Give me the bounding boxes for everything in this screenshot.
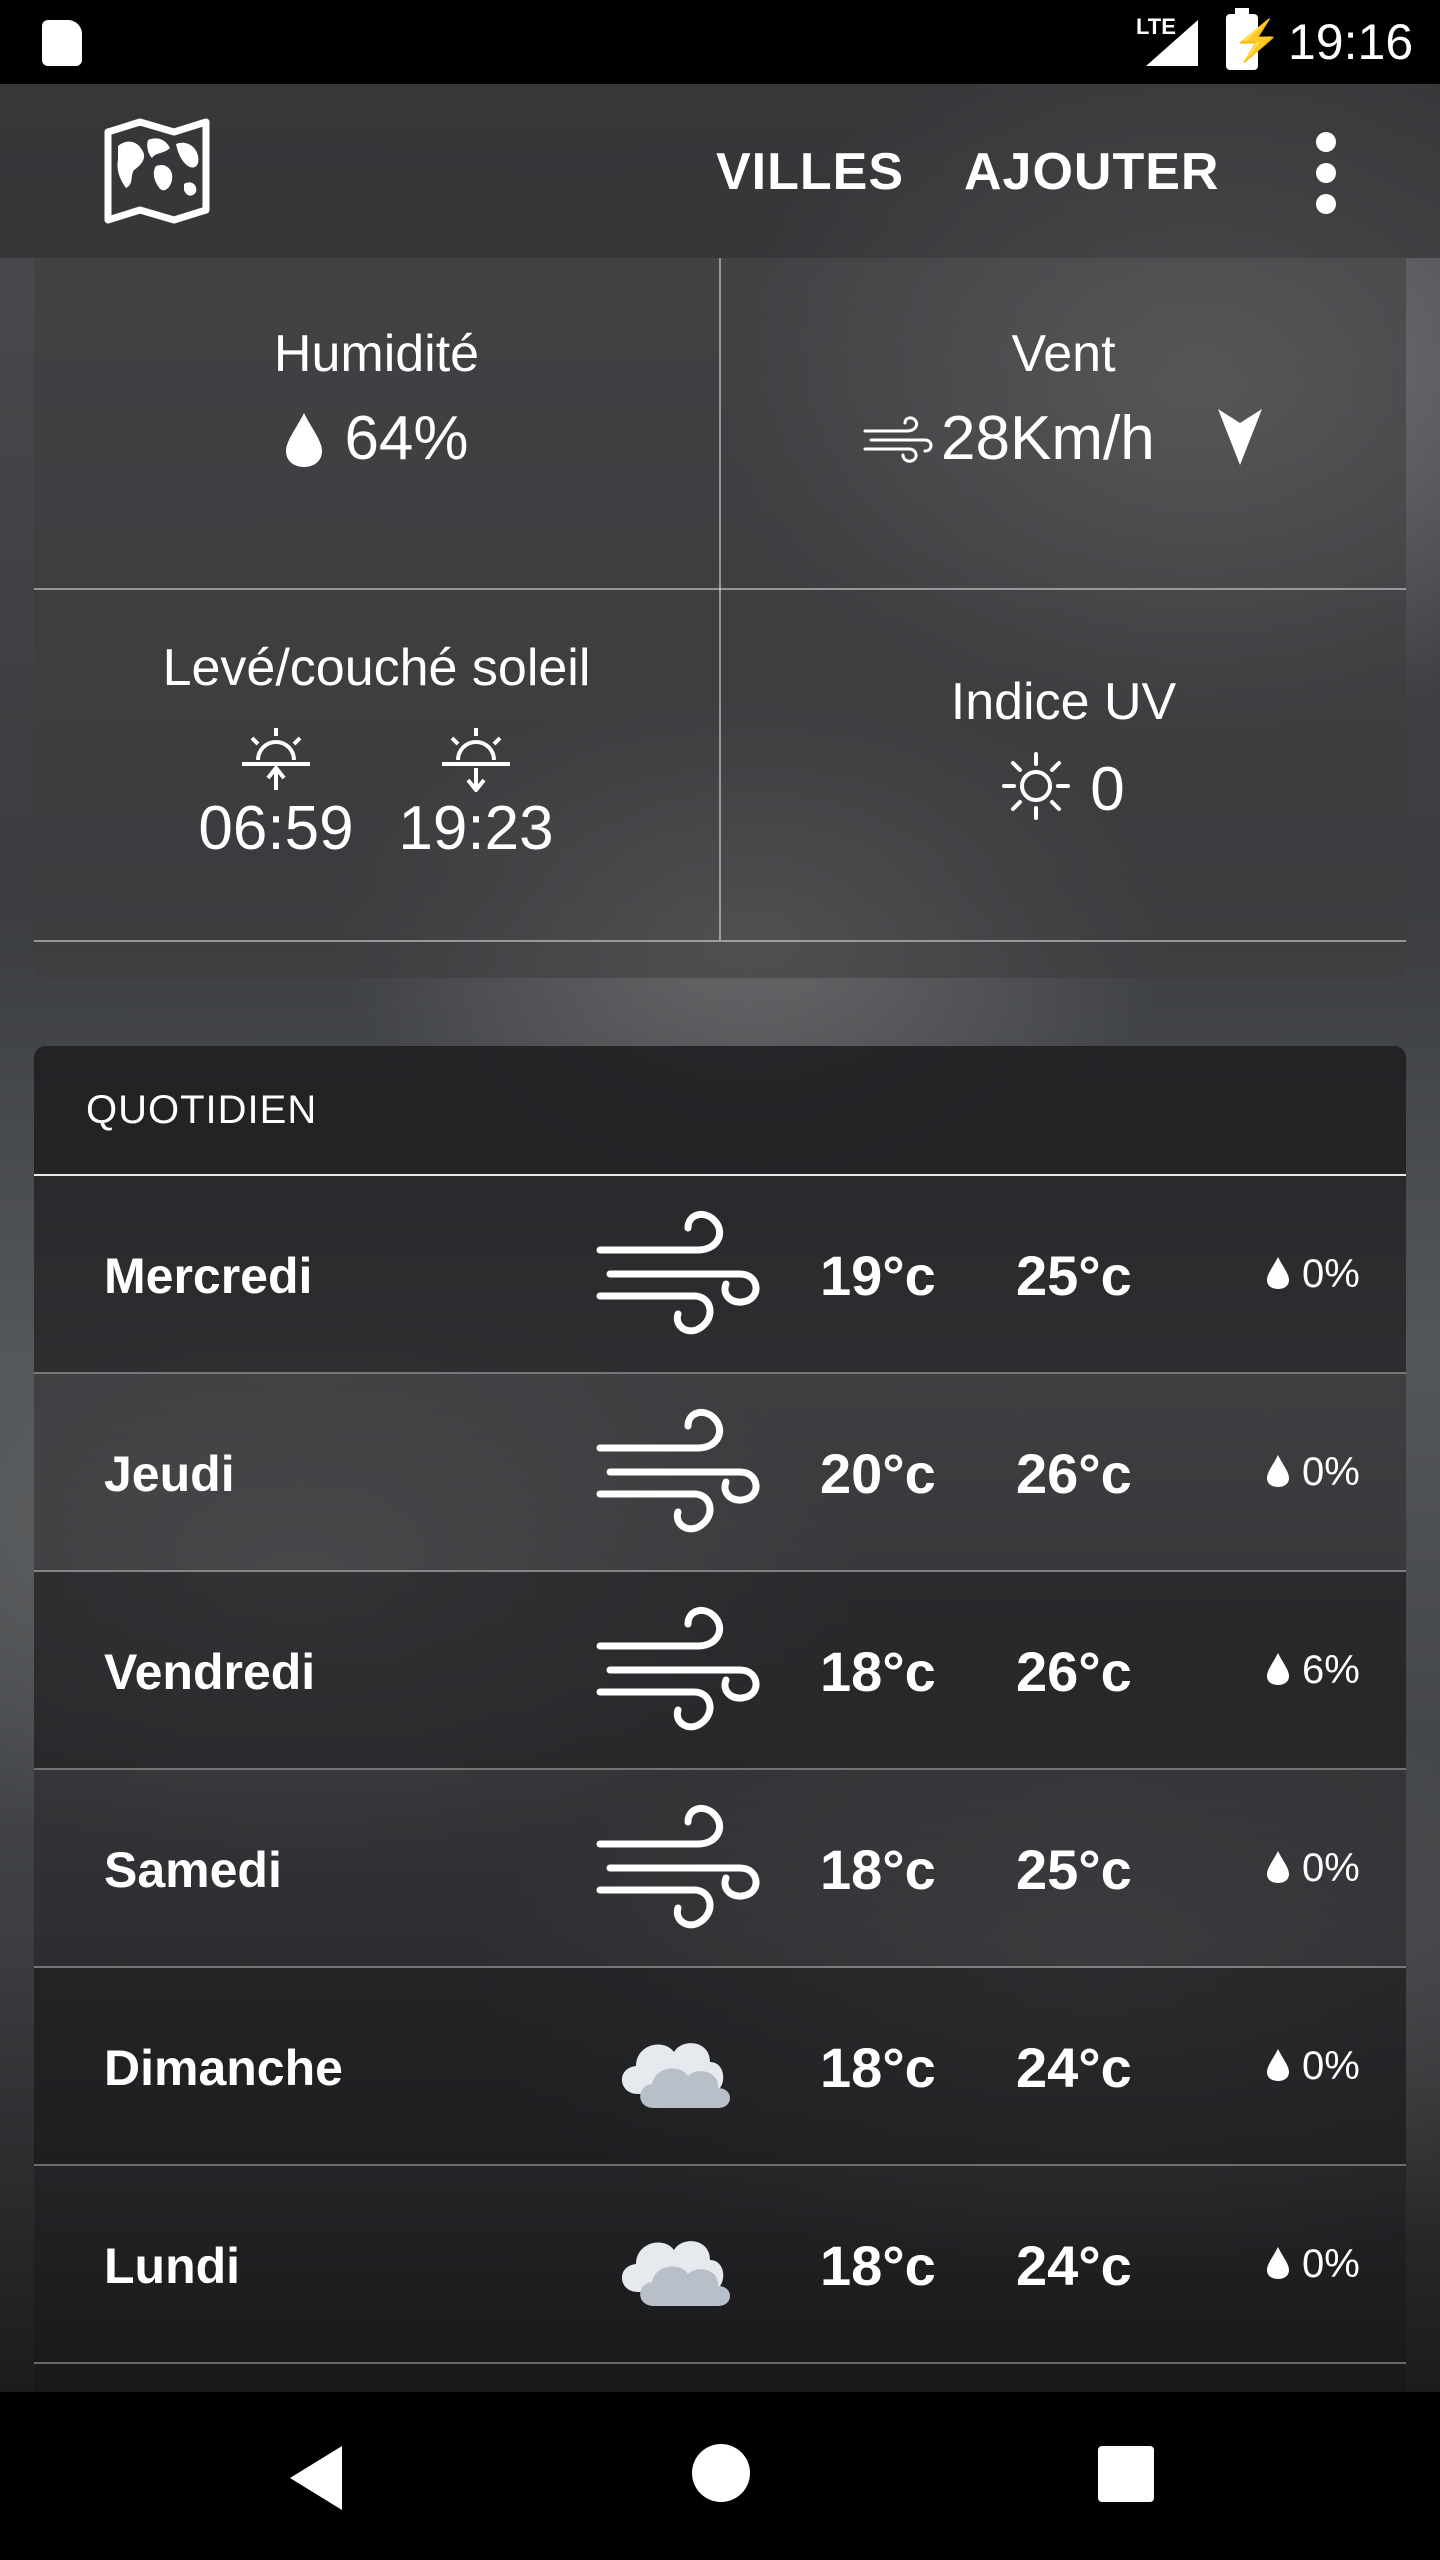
recents-icon[interactable] bbox=[1098, 2446, 1154, 2502]
sunrise-icon bbox=[242, 728, 310, 790]
rain-drop-icon bbox=[1267, 1653, 1289, 1685]
day-name: Dimanche bbox=[104, 2040, 343, 2096]
windy-icon bbox=[596, 1210, 760, 1335]
uv-index-title: Indice UV bbox=[950, 673, 1177, 731]
navigation-bar bbox=[0, 2392, 1440, 2560]
windy-icon bbox=[596, 1804, 760, 1929]
sd-card-icon bbox=[42, 20, 82, 66]
sun-times-cell: Levé/couché soleil 06:59 19:23 bbox=[34, 638, 719, 863]
day-row[interactable]: Vendredi 18°c 26°c 6% bbox=[34, 1572, 1406, 1770]
windy-icon bbox=[596, 1408, 760, 1533]
day-row[interactable]: Mercredi 19°c 25°c 0% bbox=[34, 1176, 1406, 1374]
daily-header: QUOTIDIEN bbox=[34, 1046, 1406, 1176]
rain-drop-icon bbox=[1267, 2049, 1289, 2081]
rain-chance: 0% bbox=[1302, 2242, 1360, 2286]
humidity-cell: Humidité 64% bbox=[34, 324, 719, 474]
cities-button[interactable]: VILLES bbox=[716, 142, 904, 202]
wind-cell: Vent 28Km/h bbox=[721, 324, 1406, 474]
temp-min: 20°c bbox=[820, 1442, 936, 1505]
home-icon[interactable] bbox=[692, 2444, 750, 2502]
temp-min: 18°c bbox=[820, 1640, 936, 1703]
more-vert-icon[interactable] bbox=[1314, 132, 1338, 214]
divider bbox=[34, 940, 1406, 942]
rain-drop-icon bbox=[1267, 1257, 1289, 1289]
current-details-card: Humidité 64% Vent 28Km/h Levé/couché sol… bbox=[34, 258, 1406, 978]
sunrise-time: 06:59 bbox=[198, 794, 354, 863]
wind-speed-value: 28Km/h bbox=[941, 404, 1155, 473]
rain-drop-icon bbox=[1267, 1851, 1289, 1883]
temp-max: 24°c bbox=[1016, 2234, 1132, 2297]
divider bbox=[34, 588, 1406, 590]
uv-index-value: 0 bbox=[1090, 755, 1125, 824]
rain-chance: 0% bbox=[1302, 1252, 1360, 1296]
day-row[interactable]: Dimanche 18°c 24°c 0% bbox=[34, 1968, 1406, 2166]
wind-direction-arrow-icon bbox=[1217, 409, 1262, 465]
sunset-time: 19:23 bbox=[398, 794, 554, 863]
day-row[interactable]: Jeudi 20°c 26°c 0% bbox=[34, 1374, 1406, 1572]
temp-min: 19°c bbox=[820, 1244, 936, 1307]
temp-min: 18°c bbox=[820, 1838, 936, 1901]
back-icon[interactable] bbox=[290, 2446, 342, 2510]
status-time: 19:16 bbox=[1288, 14, 1414, 70]
day-row[interactable]: Lundi 18°c 24°c 0% bbox=[34, 2166, 1406, 2364]
status-bar: LTE ⚡ 19:16 bbox=[0, 0, 1440, 84]
app-bar: VILLES AJOUTER bbox=[0, 84, 1440, 258]
temp-max: 25°c bbox=[1016, 1244, 1132, 1307]
rain-chance: 0% bbox=[1302, 2044, 1360, 2088]
sunset-icon bbox=[442, 728, 510, 792]
temp-max: 26°c bbox=[1016, 1640, 1132, 1703]
world-map-icon[interactable] bbox=[104, 118, 210, 224]
sun-outline-icon bbox=[1002, 752, 1071, 820]
rain-drop-icon bbox=[1267, 1455, 1289, 1487]
add-city-button[interactable]: AJOUTER bbox=[964, 142, 1219, 202]
humidity-value: 64% bbox=[344, 404, 469, 473]
day-name: Mercredi bbox=[104, 1248, 313, 1304]
temp-min: 18°c bbox=[820, 2234, 936, 2297]
rain-drop-icon bbox=[1267, 2247, 1289, 2279]
day-name: Vendredi bbox=[104, 1644, 316, 1700]
temp-max: 24°c bbox=[1016, 2036, 1132, 2099]
temp-max: 26°c bbox=[1016, 1442, 1132, 1505]
daily-header-title: QUOTIDIEN bbox=[86, 1088, 318, 1132]
rain-chance: 0% bbox=[1302, 1450, 1360, 1494]
rain-chance: 6% bbox=[1302, 1648, 1360, 1692]
windy-icon bbox=[596, 1606, 760, 1731]
day-name: Jeudi bbox=[104, 1446, 235, 1502]
cloud-icon bbox=[621, 2043, 730, 2108]
charging-bolt-icon: ⚡ bbox=[1232, 19, 1282, 63]
water-drop-icon bbox=[286, 413, 323, 467]
daily-forecast-card: QUOTIDIEN Mercredi 19°c 25°c 0% Jeudi 20°c 26°… bbox=[34, 1046, 1406, 2392]
sun-times-title: Levé/couché soleil bbox=[162, 639, 591, 697]
day-row[interactable]: Samedi 18°c 25°c 0% bbox=[34, 1770, 1406, 1968]
wind-icon bbox=[863, 416, 933, 463]
humidity-title: Humidité bbox=[273, 325, 480, 383]
rain-chance: 0% bbox=[1302, 1846, 1360, 1890]
day-name: Samedi bbox=[104, 1842, 282, 1898]
signal-icon bbox=[1146, 20, 1198, 66]
temp-max: 25°c bbox=[1016, 1838, 1132, 1901]
wind-title: Vent bbox=[1011, 325, 1116, 383]
uv-index-cell: Indice UV 0 bbox=[721, 672, 1406, 825]
temp-min: 18°c bbox=[820, 2036, 936, 2099]
cloud-icon bbox=[621, 2241, 730, 2306]
day-name: Lundi bbox=[104, 2238, 241, 2294]
